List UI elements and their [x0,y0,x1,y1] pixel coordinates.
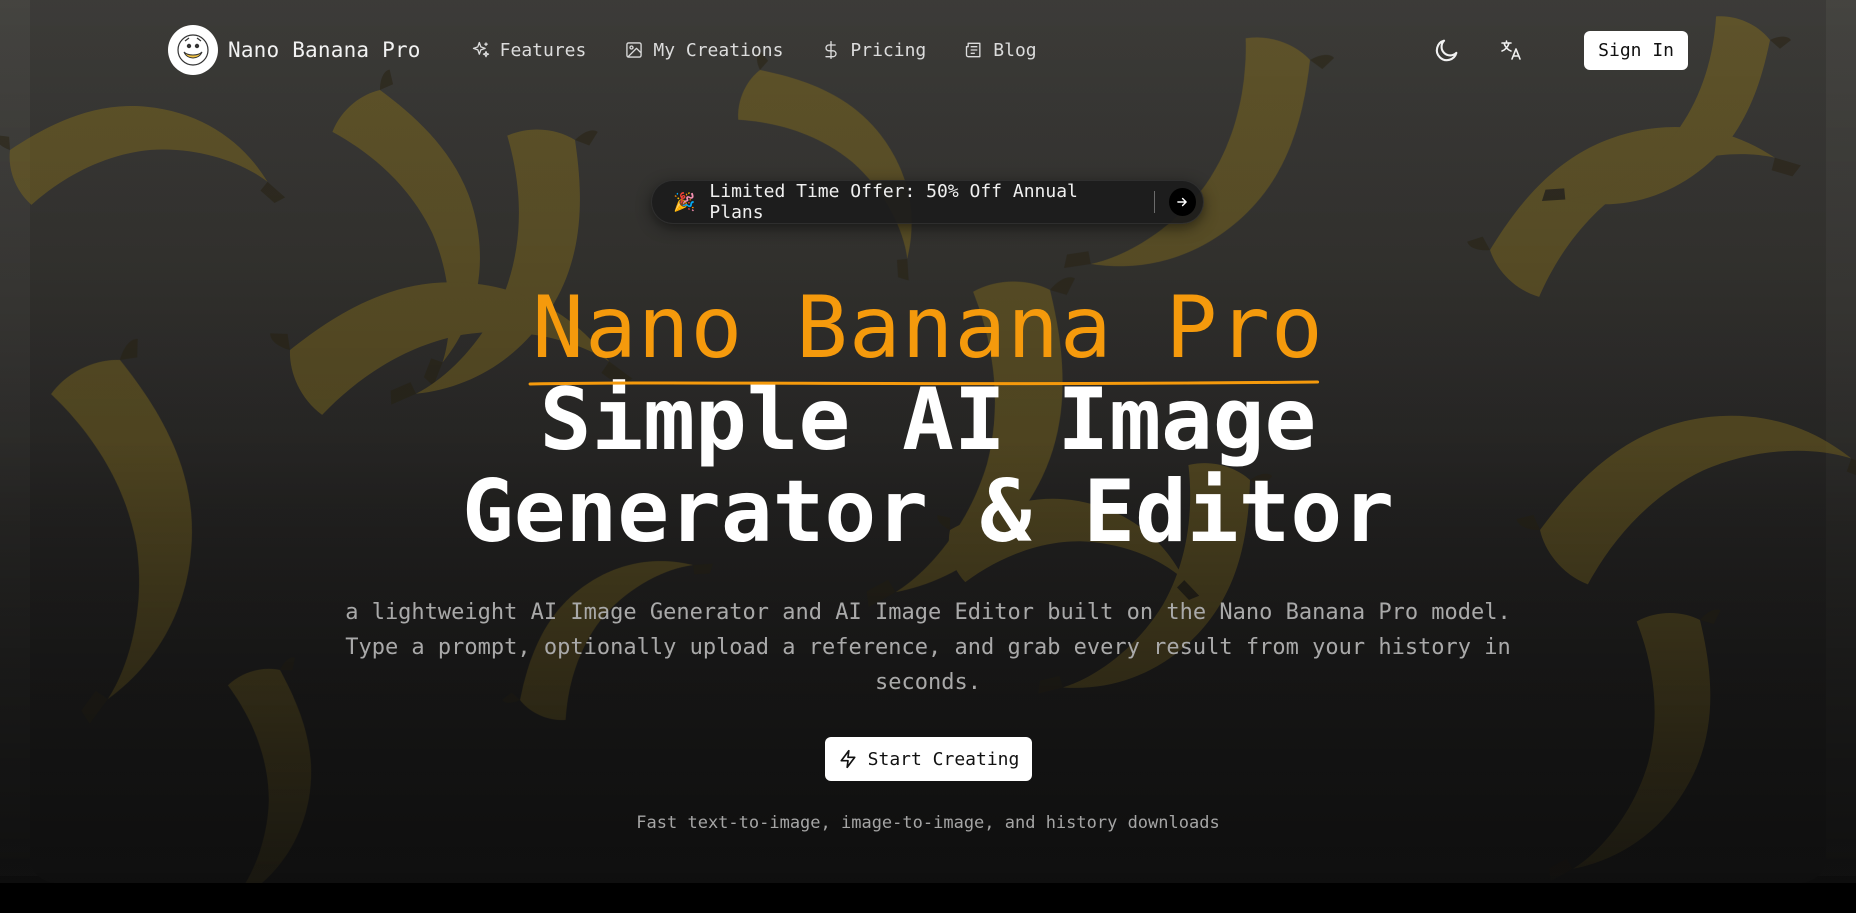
sign-in-button[interactable]: Sign In [1584,30,1688,70]
description-line: Type a prompt, optionally upload a refer… [345,635,1511,660]
hero-title-text: Nano Banana Pro [532,278,1324,378]
description-line: seconds. [875,670,981,695]
title-underline [528,380,1320,386]
offer-banner[interactable]: 🎉 Limited Time Offer: 50% Off Annual Pla… [651,180,1204,224]
brand-name: Nano Banana Pro [228,38,421,62]
nav-links: Features My Creations Pricing Blog [471,40,1037,61]
nav-link-my-creations[interactable]: My Creations [624,40,783,61]
brand-link[interactable]: Nano Banana Pro [168,25,421,75]
nav-link-blog[interactable]: Blog [964,39,1037,61]
nav-link-label: Features [499,39,587,61]
start-creating-button[interactable]: Start Creating [825,737,1032,781]
hero-description: a lightweight AI Image Generator and AI … [300,595,1556,700]
lightning-icon [840,749,856,769]
hero-headline: Nano Banana Pro Simple AI Image Generato… [0,282,1856,558]
hero-subtitle-line2: Generator & Editor [462,462,1394,562]
offer-text: Limited Time Offer: 50% Off Annual Plans [709,181,1078,223]
nav-link-label: Blog [993,39,1037,61]
theme-toggle-button[interactable] [1432,35,1462,65]
banana-mascot-logo-icon [168,25,218,75]
dollar-icon [825,41,837,59]
description-line: a lightweight AI Image Generator and AI … [345,600,1511,625]
top-nav: Nano Banana Pro Features My Creations Pr… [168,24,1688,76]
hero-tagline: Fast text-to-image, image-to-image, and … [636,813,1220,833]
language-button[interactable] [1496,35,1526,65]
sparkles-icon [472,41,489,58]
nav-link-pricing[interactable]: Pricing [821,40,926,61]
nav-link-features[interactable]: Features [471,39,587,61]
arrow-right-icon[interactable] [1168,188,1196,216]
image-icon [626,42,643,58]
party-popper-icon: 🎉 [673,191,696,213]
newspaper-icon [966,42,981,58]
hero-title: Nano Banana Pro [528,282,1324,386]
nav-link-label: Pricing [850,39,927,61]
moon-icon [1435,39,1458,62]
offer-divider [1153,191,1155,213]
nav-link-label: My Creations [653,39,784,61]
nav-actions: Sign In [1432,30,1688,70]
page: Nano Banana Pro Features My Creations Pr… [0,0,1856,913]
translate-icon [1501,40,1521,60]
cta-label: Start Creating [867,748,1020,770]
